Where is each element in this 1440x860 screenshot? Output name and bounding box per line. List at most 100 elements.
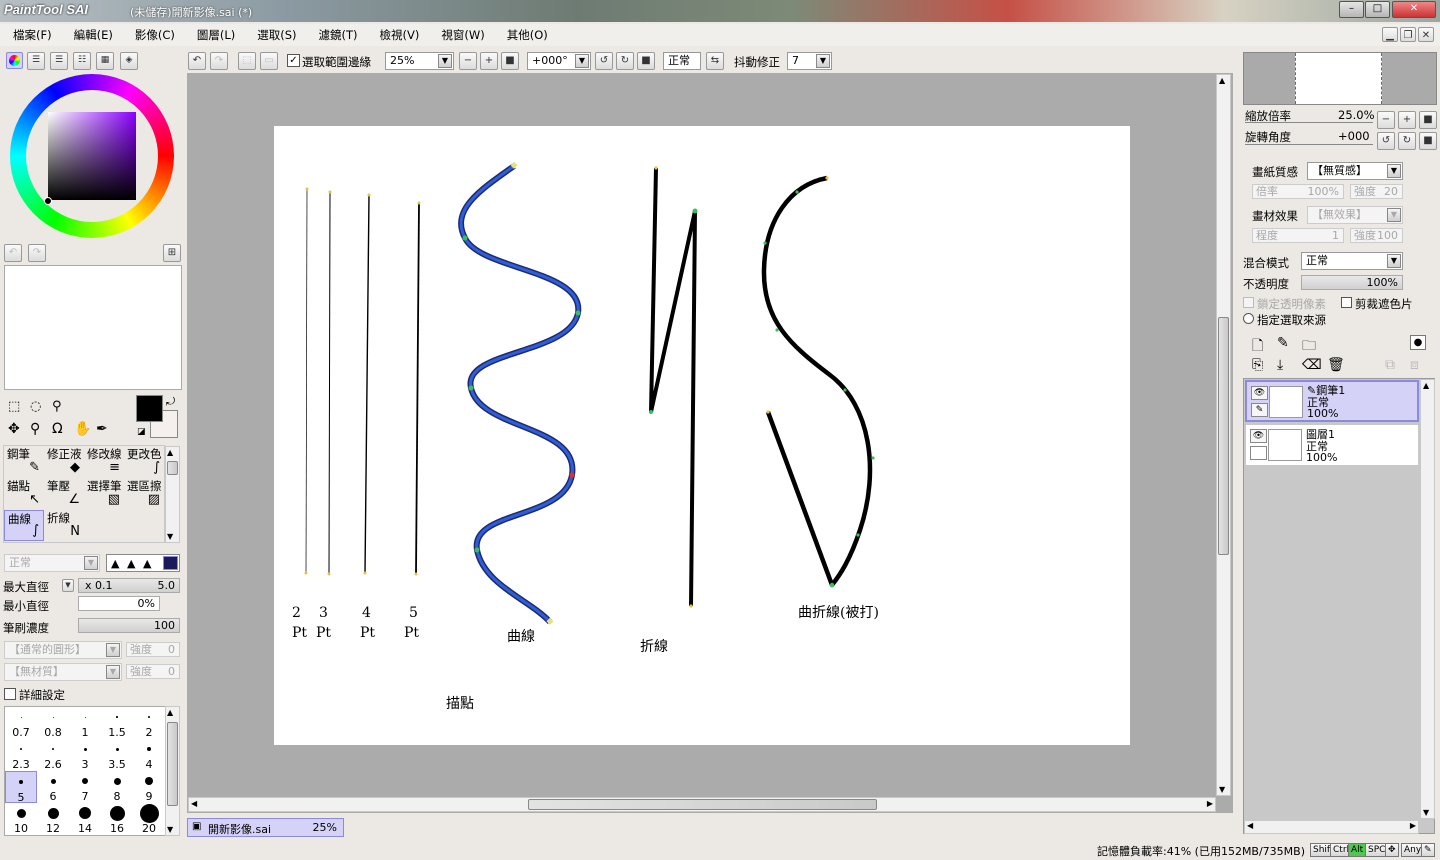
brush-size-4[interactable]: 4 <box>133 739 165 771</box>
deselect-icon[interactable]: ⬚ <box>238 52 256 70</box>
color-wheel[interactable] <box>10 74 174 238</box>
lock-transparency-checkbox[interactable] <box>1243 297 1254 308</box>
brush-size-1.5[interactable]: 1.5 <box>101 707 133 739</box>
nav-rotate-right-icon[interactable]: ↻ <box>1398 132 1416 150</box>
menu-other[interactable]: 其他(O) <box>494 24 557 46</box>
layer-list-scrollbar[interactable]: ▲ ▼ <box>1420 379 1435 819</box>
tip-medium-icon[interactable]: ▲ <box>127 557 135 570</box>
menu-layer[interactable]: 圖層(L) <box>184 24 244 46</box>
hsv-slider-tab-icon[interactable]: ☰ <box>50 52 68 70</box>
menu-window[interactable]: 視窗(W) <box>428 24 493 46</box>
brush-size-1[interactable]: 1 <box>69 707 101 739</box>
transfer-icon[interactable]: ⧉ <box>1385 357 1395 373</box>
merge-down-icon[interactable]: ⤓ <box>1277 357 1283 373</box>
nav-rotate-left-icon[interactable]: ↺ <box>1377 132 1395 150</box>
layer-blend-select[interactable]: 正常 ▼ <box>1301 252 1403 270</box>
rgb-slider-tab-icon[interactable]: ☰ <box>27 52 45 70</box>
brush-size-2.6[interactable]: 2.6 <box>37 739 69 771</box>
layer-row-layer1[interactable]: 👁 圖層1 正常 100% <box>1245 424 1419 466</box>
flip-icon[interactable]: ⇆ <box>706 52 724 70</box>
nav-zoom-in-icon[interactable]: + <box>1398 111 1416 129</box>
shape-strength-slider[interactable]: 強度 0 <box>126 642 180 657</box>
menu-filter[interactable]: 濾鏡(T) <box>306 24 367 46</box>
nav-rotate-reset-icon[interactable]: ■ <box>1419 132 1437 150</box>
color-picker-cursor[interactable] <box>44 197 52 205</box>
nav-zoom-reset-icon[interactable]: ■ <box>1419 111 1437 129</box>
scratchpad-tab-icon[interactable]: ◈ <box>120 52 138 70</box>
menu-image[interactable]: 影像(C) <box>122 24 184 46</box>
swatches-tab-icon[interactable]: ▦ <box>96 52 114 70</box>
zoom-select[interactable]: 25% ▼ <box>385 52 454 70</box>
magic-wand-icon[interactable]: ⚲ <box>52 399 62 414</box>
scroll-thumb[interactable] <box>167 461 178 475</box>
scroll-thumb[interactable] <box>167 722 178 806</box>
canvas-vscroll-thumb[interactable] <box>1218 317 1229 555</box>
brush-size-0.7[interactable]: 0.7 <box>5 707 37 739</box>
selection-source-radio[interactable] <box>1243 313 1254 324</box>
scroll-left-icon[interactable]: ◀ <box>1247 821 1253 830</box>
eye-icon[interactable]: 👁 <box>1250 429 1267 443</box>
brush-size-7[interactable]: 7 <box>69 771 101 803</box>
redo-icon[interactable]: ↷ <box>210 52 228 70</box>
mdi-minimize-button[interactable]: ▁ <box>1382 27 1398 42</box>
new-linework-layer-icon[interactable]: ✎ <box>1277 335 1289 351</box>
brush-size-3[interactable]: 3 <box>69 739 101 771</box>
scratchpad-clear-icon[interactable]: ⊞ <box>163 244 181 262</box>
brush-size-5[interactable]: 5 <box>5 771 37 803</box>
undo-icon[interactable]: ↶ <box>188 52 206 70</box>
advanced-settings-checkbox[interactable] <box>4 688 16 700</box>
rotate-tool-icon[interactable]: Ω <box>52 421 63 437</box>
brush-size-10[interactable]: 10 <box>5 803 37 835</box>
tool-edit-line[interactable]: 修改線 ≡ <box>84 446 124 477</box>
swap-colors-icon[interactable]: ⤾ <box>166 395 175 409</box>
undo-color-icon[interactable]: ↶ <box>4 244 22 262</box>
brush-tip-selector[interactable]: ▲ ▲ ▲ <box>106 554 180 572</box>
merge-all-icon[interactable]: ⧈ <box>1410 357 1419 373</box>
layer-lock-box[interactable] <box>1250 446 1267 460</box>
copy-layer-icon[interactable]: ⎘ <box>1252 357 1263 373</box>
pen-layer-icon[interactable]: ✎ <box>1251 403 1268 417</box>
tool-change-color[interactable]: 更改色 ∫ <box>124 446 164 477</box>
layer-mask-icon[interactable]: ● <box>1410 335 1426 350</box>
max-size-slider[interactable]: x 0.1 5.0 <box>78 578 180 593</box>
layer-row-pen1[interactable]: 👁 ✎ ✎鋼筆1 正常 100% <box>1245 380 1419 422</box>
brush-size-8[interactable]: 8 <box>101 771 133 803</box>
brush-size-0.8[interactable]: 0.8 <box>37 707 69 739</box>
redo-color-icon[interactable]: ↷ <box>28 244 46 262</box>
paper-scale-slider[interactable]: 倍率 100% <box>1252 184 1344 199</box>
nav-zoom-out-icon[interactable]: − <box>1377 111 1395 129</box>
opacity-slider[interactable]: 100% <box>1301 275 1403 290</box>
zoom-reset-icon[interactable]: ■ <box>501 52 519 70</box>
new-folder-icon[interactable]: 🗀 <box>1302 335 1316 359</box>
layer-list-hscrollbar[interactable]: ◀ ▶ <box>1244 820 1419 834</box>
hand-icon[interactable]: ✋ <box>74 421 91 437</box>
effect-strength-slider[interactable]: 強度 100 <box>1350 228 1403 243</box>
document-tab[interactable]: ▣ 開新影像.sai 25% <box>187 818 344 837</box>
tool-correction[interactable]: 修正液 ◆ <box>44 446 84 477</box>
menu-file[interactable]: 檔案(F) <box>0 24 61 46</box>
rotate-right-icon[interactable]: ↻ <box>616 52 634 70</box>
scratchpad-area[interactable] <box>4 265 182 390</box>
effect-select[interactable]: 【無效果】 ▼ <box>1307 206 1403 224</box>
texture-select[interactable]: 【無材質】 ▼ <box>4 663 122 681</box>
eye-icon[interactable]: 👁 <box>1251 386 1268 400</box>
tool-polyline[interactable]: 折線 N <box>44 510 84 541</box>
blend-mode-select[interactable]: 正常 ▼ <box>4 554 100 572</box>
scroll-up-icon[interactable]: ▲ <box>167 708 173 717</box>
delete-layer-icon[interactable]: 🗑 <box>1327 357 1345 373</box>
maximize-button[interactable]: □ <box>1365 1 1390 18</box>
brush-size-scrollbar[interactable]: ▲ ▼ <box>165 706 180 836</box>
tool-pressure[interactable]: 筆壓 ∠ <box>44 478 84 509</box>
lasso-icon[interactable]: ◌ <box>30 399 41 414</box>
paper-texture-select[interactable]: 【無質感】 ▼ <box>1307 162 1403 180</box>
scroll-up-icon[interactable]: ▲ <box>167 448 173 457</box>
clipping-checkbox[interactable] <box>1341 297 1352 308</box>
paper-strength-slider[interactable]: 強度 20 <box>1350 184 1403 199</box>
tool-select-pen[interactable]: 選擇筆 ▧ <box>84 478 124 509</box>
brush-size-2[interactable]: 2 <box>133 707 165 739</box>
navigator-preview[interactable] <box>1243 52 1437 105</box>
size-mult-icon[interactable]: ▼ <box>62 579 74 592</box>
color-wheel-tab-icon[interactable] <box>6 52 23 69</box>
brush-size-16[interactable]: 16 <box>101 803 133 835</box>
mixer-tab-icon[interactable]: ☷ <box>73 52 91 70</box>
